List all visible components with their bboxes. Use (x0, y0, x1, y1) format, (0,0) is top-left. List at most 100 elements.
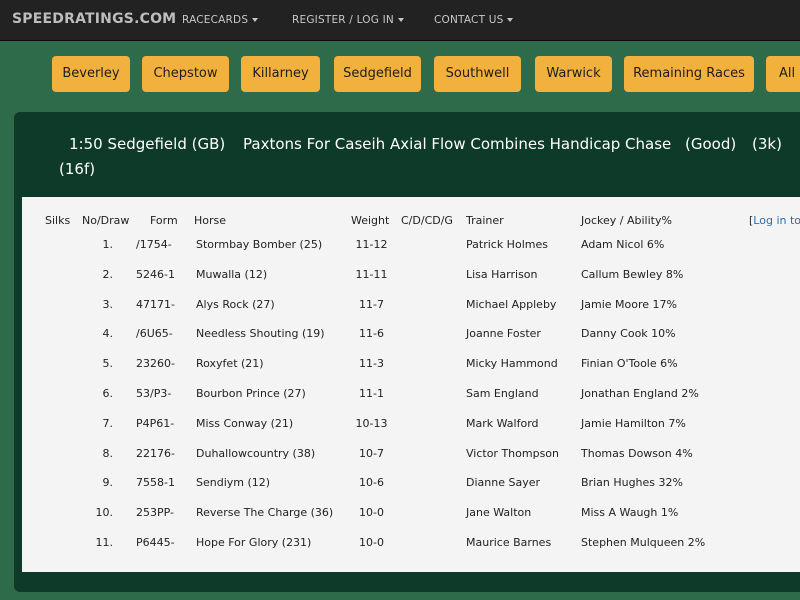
cell-trainer: Patrick Holmes (466, 238, 548, 251)
cell-jockey: Jamie Moore 17% (581, 297, 677, 311)
nav-racecards-label: RACECARDS (182, 14, 249, 26)
cell-form: 47171- (136, 297, 175, 311)
cell-jockey: Brian Hughes 32% (581, 476, 683, 490)
cell-weight: 10-0 (359, 536, 384, 549)
cell-jockey: Thomas Dowson 4% (581, 446, 693, 460)
cell-horse[interactable]: Needless Shouting (19) (196, 327, 325, 340)
header-jockey: Jockey / Ability% (581, 214, 672, 227)
cell-horse[interactable]: Hope For Glory (231) (196, 536, 311, 549)
cell-jockey: Jonathan England 2% (581, 387, 699, 400)
cell-jockey: Finian O'Toole 6% (581, 357, 678, 371)
course-button-beverley[interactable]: Beverley (52, 56, 130, 92)
header-silks: Silks (45, 214, 71, 227)
cell-jockey: Jamie Hamilton 7% (581, 416, 686, 430)
cell-form: P4P61- (136, 416, 175, 430)
race-name: Paxtons For Caseih Axial Flow Combines H… (243, 135, 672, 153)
cell-weight: 11-6 (359, 327, 384, 341)
cell-jockey: Stephen Mulqueen 2% (581, 536, 706, 549)
racecard-table: Silks No/Draw Form Horse Weight C/D/CD/G… (22, 197, 800, 572)
caret-down-icon (252, 18, 259, 22)
cell-horse[interactable]: Bourbon Prince (27) (196, 387, 306, 400)
cell-no: 8. (102, 446, 114, 460)
course-button-killarney[interactable]: Killarney (241, 56, 320, 92)
cell-horse[interactable]: Sendiym (12) (196, 476, 270, 489)
login-link[interactable]: Log in to (753, 214, 800, 227)
cell-form: /6U65- (136, 327, 173, 341)
cell-trainer: Maurice Barnes (466, 536, 552, 549)
cell-horse[interactable]: Reverse The Charge (36) (196, 506, 333, 519)
cell-no: 10. (95, 506, 114, 520)
nav-contact-us-label: CONTACT US (434, 14, 504, 26)
cell-weight: 11-7 (359, 297, 384, 311)
cell-no: 6. (102, 387, 114, 400)
cell-horse[interactable]: Alys Rock (27) (196, 298, 275, 311)
cell-trainer: Jane Walton (466, 506, 532, 520)
race-distance: (16f) (59, 160, 96, 178)
cell-no: 5. (102, 357, 114, 371)
cell-no: 1. (102, 238, 114, 251)
course-button-all-races[interactable]: All R (766, 56, 800, 92)
cell-jockey: Miss A Waugh 1% (581, 506, 679, 520)
caret-down-icon (507, 18, 514, 22)
race-time-course: 1:50 Sedgefield (GB) (69, 135, 226, 153)
cell-trainer: Michael Appleby (466, 297, 557, 311)
cell-trainer: Sam England (466, 387, 539, 400)
nav-racecards[interactable]: RACECARDS (182, 14, 259, 26)
course-button-southwell[interactable]: Southwell (434, 56, 521, 92)
login-prompt: [Log in to (749, 214, 800, 227)
cell-horse[interactable]: Roxyfet (21) (196, 357, 264, 370)
cell-no: 7. (102, 416, 114, 430)
cell-no: 4. (102, 327, 114, 341)
cell-form: 53/P3- (136, 387, 172, 400)
cell-horse[interactable]: Duhallowcountry (38) (196, 447, 315, 460)
header-trainer: Trainer (466, 214, 504, 227)
cell-weight: 11-3 (359, 357, 384, 371)
cell-no: 11. (95, 536, 114, 549)
race-class: (3k) (752, 135, 782, 153)
cell-form: 5246-1 (136, 267, 175, 281)
cell-form: 7558-1 (136, 476, 175, 490)
cell-jockey: Adam Nicol 6% (581, 238, 665, 251)
cell-weight: 11-11 (355, 267, 388, 281)
cell-weight: 11-12 (355, 238, 388, 251)
cell-weight: 10-13 (355, 416, 388, 430)
site-logo[interactable]: SPEEDRATINGS.COM (12, 11, 176, 27)
header-no-draw: No/Draw (82, 214, 130, 227)
cell-trainer: Mark Walford (466, 416, 539, 430)
cell-weight: 10-7 (359, 446, 384, 460)
cell-form: /1754- (136, 238, 172, 251)
header-horse: Horse (194, 214, 227, 227)
course-button-remaining-races[interactable]: Remaining Races (624, 56, 754, 92)
cell-horse[interactable]: Miss Conway (21) (196, 417, 293, 430)
cell-form: 22176- (136, 446, 175, 460)
cell-no: 9. (102, 476, 114, 490)
race-going: (Good) (685, 135, 737, 153)
cell-jockey: Danny Cook 10% (581, 327, 676, 341)
cell-trainer: Joanne Foster (466, 327, 541, 341)
nav-contact-us[interactable]: CONTACT US (434, 14, 514, 26)
caret-down-icon (397, 18, 404, 22)
cell-weight: 11-1 (359, 387, 384, 400)
cell-weight: 10-6 (359, 476, 384, 490)
cell-form: 253PP- (136, 506, 174, 520)
nav-register-login-label: REGISTER / LOG IN (292, 14, 394, 26)
cell-form: 23260- (136, 357, 175, 371)
cell-trainer: Micky Hammond (466, 357, 558, 371)
course-button-warwick[interactable]: Warwick (535, 56, 612, 92)
cell-trainer: Dianne Sayer (466, 476, 540, 490)
header-weight: Weight (351, 214, 390, 227)
header-form: Form (150, 214, 178, 227)
cell-no: 2. (102, 267, 114, 281)
cell-trainer: Victor Thompson (466, 446, 560, 460)
cell-horse[interactable]: Muwalla (12) (196, 268, 267, 281)
course-button-chepstow[interactable]: Chepstow (142, 56, 229, 92)
cell-horse[interactable]: Stormbay Bomber (25) (196, 238, 322, 251)
cell-trainer: Lisa Harrison (466, 267, 538, 281)
nav-register-login[interactable]: REGISTER / LOG IN (292, 14, 404, 26)
header-cdcdg: C/D/CD/G (401, 214, 453, 227)
top-navbar: SPEEDRATINGS.COM RACECARDS REGISTER / LO… (0, 0, 800, 41)
cell-no: 3. (102, 297, 114, 311)
course-button-sedgefield[interactable]: Sedgefield (334, 56, 421, 92)
cell-weight: 10-0 (359, 506, 384, 520)
cell-form: P6445- (136, 536, 175, 549)
